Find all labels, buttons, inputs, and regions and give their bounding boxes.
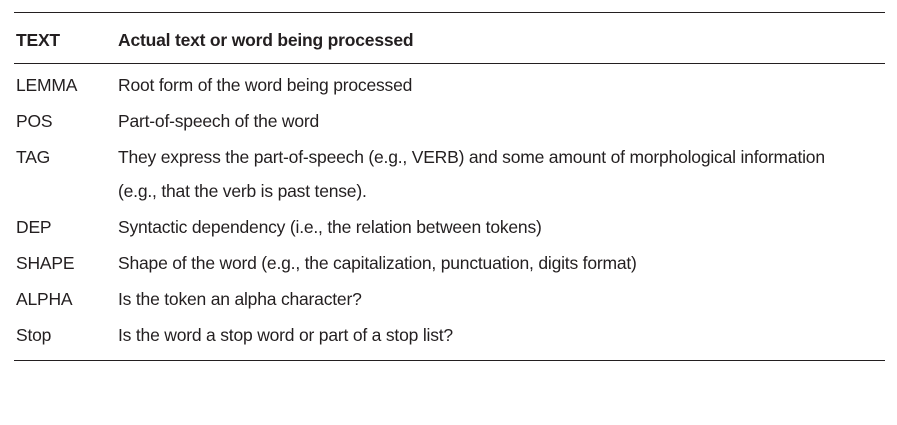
header-key-cell: TEXT (16, 30, 60, 50)
row-desc-cell: Part-of-speech of the word (118, 111, 320, 131)
table-row: ALPHA Is the token an alpha character? (14, 288, 885, 316)
table-header-row: TEXT Actual text or word being processed (14, 13, 885, 63)
table-row: SHAPE Shape of the word (e.g., the capit… (14, 252, 885, 280)
row-key-cell: POS (16, 111, 53, 131)
table-row: LEMMA Root form of the word being proces… (14, 74, 885, 102)
attributes-table: TEXT Actual text or word being processed… (14, 12, 885, 361)
row-key-cell: Stop (16, 325, 52, 345)
header-desc-cell: Actual text or word being processed (118, 30, 414, 50)
table-row: TAG They express the part-of-speech (e.g… (14, 146, 885, 208)
table-row: DEP Syntactic dependency (i.e., the rela… (14, 216, 885, 244)
row-desc-cell: Root form of the word being processed (118, 75, 413, 95)
row-key-cell: TAG (16, 147, 51, 167)
table-row: POS Part-of-speech of the word (14, 110, 885, 138)
row-key-cell: SHAPE (16, 253, 75, 273)
row-desc-cell: Shape of the word (e.g., the capitalizat… (118, 253, 637, 273)
table-row: Stop Is the word a stop word or part of … (14, 324, 885, 352)
row-desc-cell: They express the part-of-speech (e.g., V… (118, 147, 825, 201)
table-bottom-rule (14, 360, 885, 361)
row-desc-cell: Syntactic dependency (i.e., the relation… (118, 217, 542, 237)
row-key-cell: ALPHA (16, 289, 73, 309)
row-key-cell: DEP (16, 217, 52, 237)
row-key-cell: LEMMA (16, 75, 78, 95)
row-desc-cell: Is the word a stop word or part of a sto… (118, 325, 453, 345)
table-body: LEMMA Root form of the word being proces… (14, 64, 885, 352)
row-desc-cell: Is the token an alpha character? (118, 289, 362, 309)
